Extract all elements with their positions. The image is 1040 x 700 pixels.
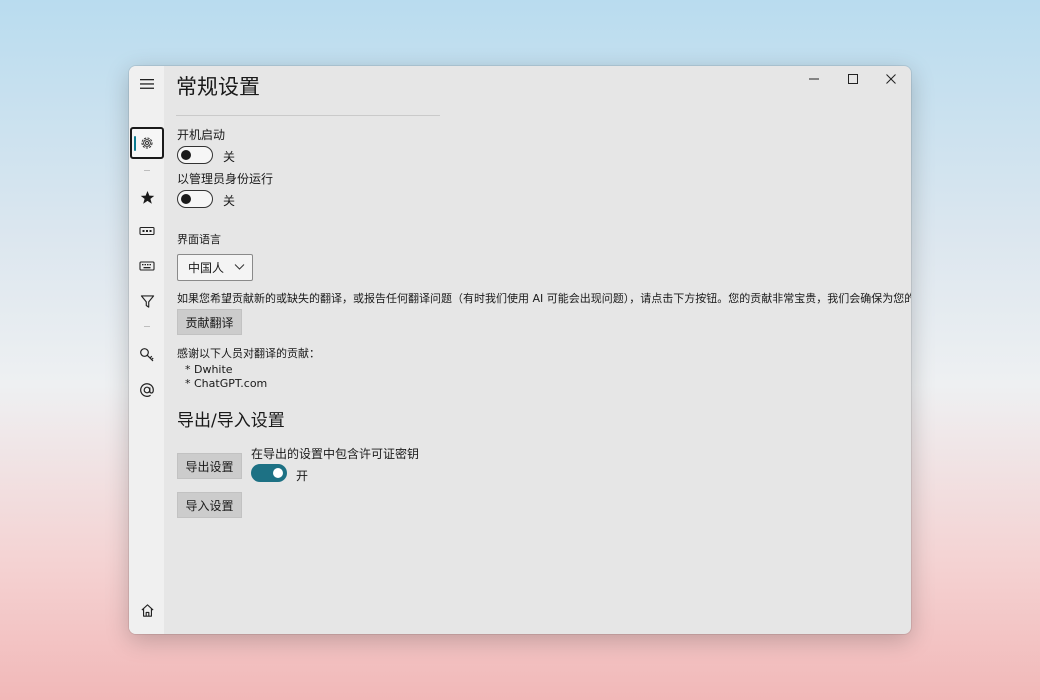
keyboard-icon <box>139 261 155 271</box>
language-selected-value: 中国人 <box>188 261 225 275</box>
run-as-admin-toggle[interactable] <box>177 190 213 208</box>
contributor-item: * Dwhite <box>185 363 233 376</box>
minimize-button[interactable] <box>794 66 834 92</box>
minimize-icon <box>809 78 819 80</box>
filter-icon <box>140 294 154 308</box>
export-settings-button[interactable]: 导出设置 <box>177 453 242 479</box>
toggle-knob <box>273 468 283 478</box>
include-license-key-label: 在导出的设置中包含许可证密钥 <box>251 447 420 461</box>
at-icon <box>140 383 154 397</box>
selection-indicator <box>134 136 136 151</box>
hamburger-icon <box>140 79 154 89</box>
close-icon <box>886 74 896 84</box>
nav-item-license[interactable] <box>132 340 162 370</box>
run-as-admin-label: 以管理员身份运行 <box>177 172 274 186</box>
language-label: 界面语言 <box>177 233 221 246</box>
star-icon <box>140 190 154 204</box>
nav-item-keyboard[interactable] <box>132 251 162 281</box>
key-icon <box>140 348 154 362</box>
nav-item-hotkeys[interactable] <box>132 216 162 246</box>
chevron-down-icon <box>234 264 245 270</box>
nav-separator <box>144 326 150 327</box>
language-select[interactable]: 中国人 <box>177 254 253 281</box>
home-icon <box>140 603 154 617</box>
maximize-button[interactable] <box>833 66 873 92</box>
startup-label: 开机启动 <box>177 128 226 142</box>
gear-icon <box>141 137 153 149</box>
import-settings-button[interactable]: 导入设置 <box>177 492 242 518</box>
startup-toggle-state: 关 <box>223 150 236 164</box>
nav-item-home[interactable] <box>132 595 162 625</box>
settings-content: 常规设置 开机启动 关 以管理员身份运行 关 界面语言 中国人 如果您希望贡献新… <box>164 66 911 634</box>
translation-note: 如果您希望贡献新的或缺失的翻译，或报告任何翻译问题（有时我们使用 AI 可能会出… <box>177 292 911 305</box>
keyboard-shortcut-icon <box>139 226 155 236</box>
contribute-translation-button[interactable]: 贡献翻译 <box>177 309 242 335</box>
nav-separator <box>144 170 150 171</box>
include-license-key-toggle[interactable] <box>251 464 287 482</box>
page-title: 常规设置 <box>176 75 260 99</box>
hamburger-menu-button[interactable] <box>132 69 162 99</box>
nav-item-favorites[interactable] <box>132 182 162 212</box>
run-as-admin-toggle-state: 关 <box>223 194 236 208</box>
nav-item-settings[interactable] <box>130 127 164 159</box>
nav-sidebar <box>129 66 164 634</box>
toggle-knob <box>181 150 191 160</box>
close-button[interactable] <box>871 66 911 92</box>
export-import-heading: 导出/导入设置 <box>177 411 285 431</box>
contributor-item: * ChatGPT.com <box>185 377 268 390</box>
nav-item-contact[interactable] <box>132 375 162 405</box>
include-license-key-state: 开 <box>296 469 309 483</box>
nav-item-filter[interactable] <box>132 286 162 316</box>
thanks-label: 感谢以下人员对翻译的贡献： <box>177 347 320 360</box>
startup-toggle[interactable] <box>177 146 213 164</box>
maximize-icon <box>848 74 858 84</box>
toggle-knob <box>181 194 191 204</box>
title-divider <box>176 115 440 116</box>
settings-window: 常规设置 开机启动 关 以管理员身份运行 关 界面语言 中国人 如果您希望贡献新… <box>129 66 911 634</box>
